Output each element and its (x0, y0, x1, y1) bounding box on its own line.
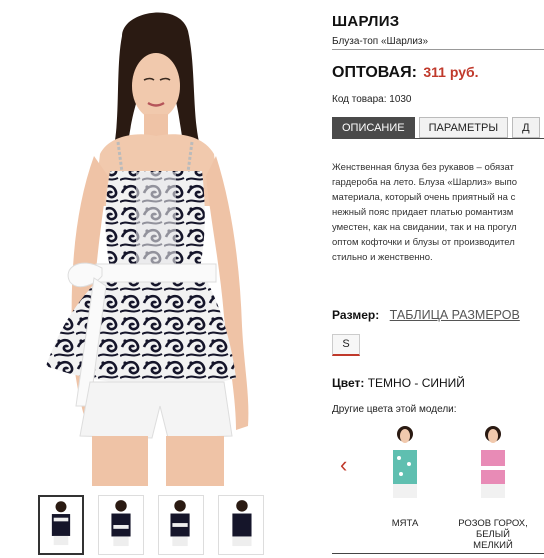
variant-mint-photo (379, 420, 431, 516)
description-line: уместен, как на свидании, так и на прогу… (332, 222, 517, 233)
color-value: ТЕМНО - СИНИЙ (367, 376, 465, 390)
description-line: оптом кофточки и блузы от производител (332, 237, 515, 248)
description-line: стильно и женственно. (332, 252, 433, 263)
size-row: Размер: ТАБЛИЦА РАЗМЕРОВ (332, 306, 520, 324)
thumbnail-2[interactable] (98, 495, 144, 555)
color-label: Цвет: (332, 376, 365, 390)
other-colors-label: Другие цвета этой модели: (332, 404, 457, 415)
size-table-link[interactable]: ТАБЛИЦА РАЗМЕРОВ (390, 308, 520, 322)
description-line: нежный пояс придает платью романтизм (332, 207, 514, 218)
title-divider (332, 49, 544, 50)
product-gallery (0, 0, 322, 558)
tabs-underline (332, 138, 544, 139)
thumbnail-3[interactable] (158, 495, 204, 555)
thumbnail-4[interactable] (218, 495, 264, 555)
variant-pink-photo (467, 420, 519, 516)
variant-label: МЯТА (391, 518, 419, 529)
variant-pink-polka[interactable]: РОЗОВ ГОРОХ, БЕЛЫЙ МЕЛКИЙ (458, 420, 528, 551)
product-description: Женственная блуза без рукавов – обязат г… (332, 160, 544, 265)
price-label: ОПТОВАЯ: (332, 64, 417, 81)
description-line: Женственная блуза без рукавов – обязат (332, 162, 514, 173)
info-tabs: ОПИСАНИЕ ПАРАМЕТРЫ Д (332, 117, 540, 138)
variant-label: БЕЛЫЙ МЕЛКИЙ (473, 529, 513, 551)
tab-description[interactable]: ОПИСАНИЕ (332, 117, 415, 138)
tab-delivery[interactable]: Д (512, 117, 540, 138)
price-value: 311 руб. (423, 64, 479, 80)
size-option-s[interactable]: S (332, 334, 360, 356)
thumbnail-strip (38, 495, 264, 555)
thumbnail-1[interactable] (38, 495, 84, 555)
size-label: Размер: (332, 308, 380, 322)
description-line: материала, который очень приятный на с (332, 192, 516, 203)
product-title: ШАРЛИЗ (332, 13, 400, 30)
variant-mint[interactable]: МЯТА (370, 420, 440, 529)
product-sku: Код товара: 1030 (332, 94, 412, 105)
tab-parameters[interactable]: ПАРАМЕТРЫ (418, 117, 509, 138)
variant-label: РОЗОВ ГОРОХ, (458, 518, 528, 529)
description-line: гардероба на лето. Блуза «Шарлиз» выпо (332, 177, 517, 188)
chevron-left-icon[interactable]: ‹ (340, 454, 347, 476)
color-variants-carousel: ‹ МЯТА РОЗОВ ГОРОХ, БЕЛЫЙ МЕЛКИЙ (332, 420, 544, 554)
product-info: ШАРЛИЗ Блуза-топ «Шарлиз» ОПТОВАЯ: 311 р… (332, 0, 544, 558)
product-subtitle: Блуза-топ «Шарлиз» (332, 36, 429, 47)
main-product-photo[interactable] (10, 6, 310, 486)
price-row: ОПТОВАЯ: 311 руб. (332, 64, 479, 82)
color-row: Цвет: ТЕМНО - СИНИЙ (332, 376, 465, 390)
